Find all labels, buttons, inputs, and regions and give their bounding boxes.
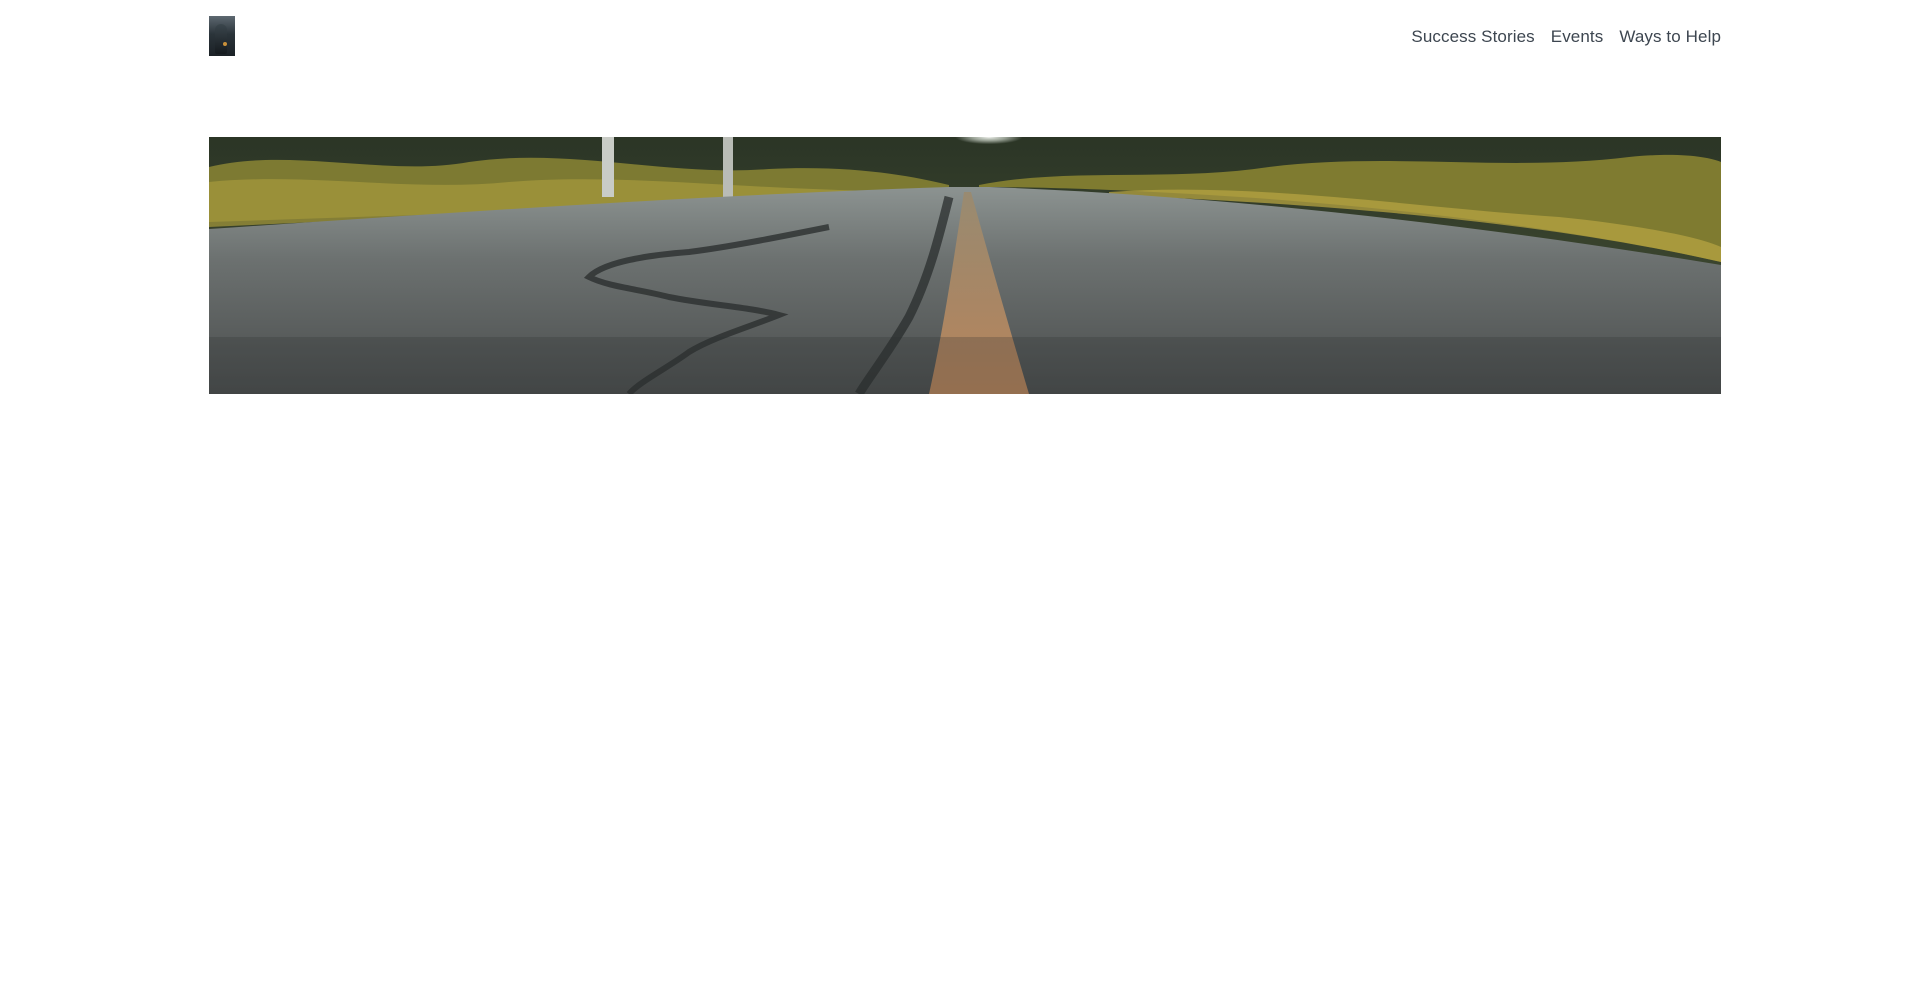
- nav-link-success-stories[interactable]: Success Stories: [1411, 27, 1534, 47]
- main-nav: Success Stories Events Ways to Help: [1411, 27, 1721, 47]
- road-photo: [209, 137, 1721, 394]
- site-header: Success Stories Events Ways to Help: [209, 0, 1721, 73]
- site-logo[interactable]: [209, 16, 235, 56]
- logo-accent: [223, 42, 227, 46]
- page-container: Success Stories Events Ways to Help: [209, 0, 1721, 394]
- roadside-post-1: [602, 137, 614, 197]
- nav-link-events[interactable]: Events: [1551, 27, 1604, 47]
- hero-image: [209, 137, 1721, 394]
- logo-figure: [215, 24, 227, 54]
- roadside-post-2: [723, 137, 733, 197]
- nav-link-ways-to-help[interactable]: Ways to Help: [1619, 27, 1721, 47]
- road-shadow: [209, 337, 1721, 394]
